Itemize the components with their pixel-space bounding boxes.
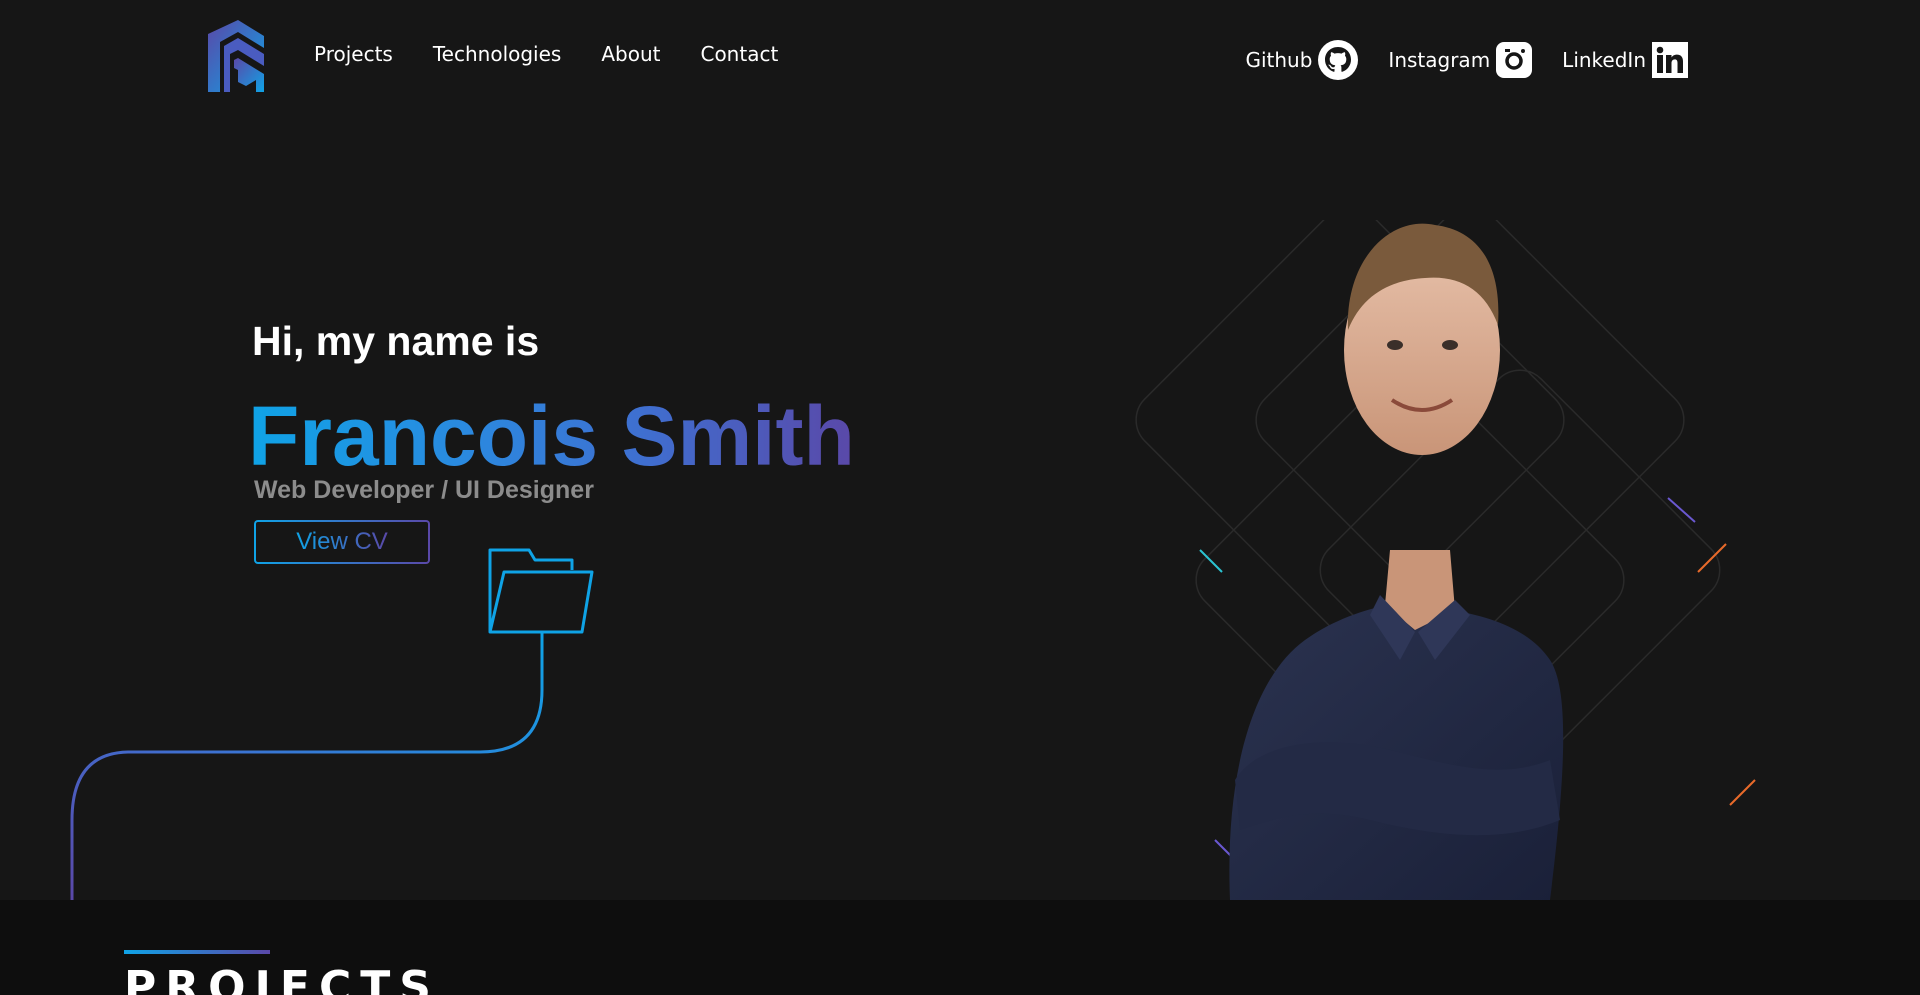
linkedin-icon — [1652, 42, 1688, 78]
hero-name: Francois Smith — [248, 389, 855, 483]
portfolio-page: Projects Technologies About Contact Gith… — [0, 0, 1920, 995]
nav-contact-link[interactable]: Contact — [700, 42, 778, 66]
hero-greeting: Hi, my name is — [252, 318, 540, 364]
folder-icon — [488, 548, 594, 634]
linkedin-label: LinkedIn — [1562, 48, 1646, 72]
nav-about-link[interactable]: About — [601, 42, 660, 66]
hero-role: Web Developer / UI Designer — [254, 476, 594, 504]
portrait — [1135, 220, 1756, 900]
instagram-label: Instagram — [1388, 48, 1491, 72]
linkedin-link[interactable]: LinkedIn — [1562, 42, 1688, 78]
projects-section: PROJECTS — [0, 900, 1920, 995]
nav-technologies-link[interactable]: Technologies — [433, 42, 561, 66]
nav-projects-link[interactable]: Projects — [314, 42, 393, 66]
social-links: Github Instagram LinkedIn — [1245, 40, 1688, 80]
logo-icon[interactable] — [206, 20, 268, 92]
github-label: Github — [1245, 48, 1313, 72]
main-nav: Projects Technologies About Contact — [314, 42, 778, 66]
projects-accent-bar — [124, 950, 270, 954]
instagram-link[interactable]: Instagram — [1388, 42, 1533, 78]
decorative-flow-line — [70, 548, 594, 900]
github-icon — [1318, 40, 1359, 80]
projects-heading: PROJECTS — [124, 962, 440, 995]
instagram-icon — [1496, 42, 1533, 78]
github-link[interactable]: Github — [1245, 40, 1359, 80]
